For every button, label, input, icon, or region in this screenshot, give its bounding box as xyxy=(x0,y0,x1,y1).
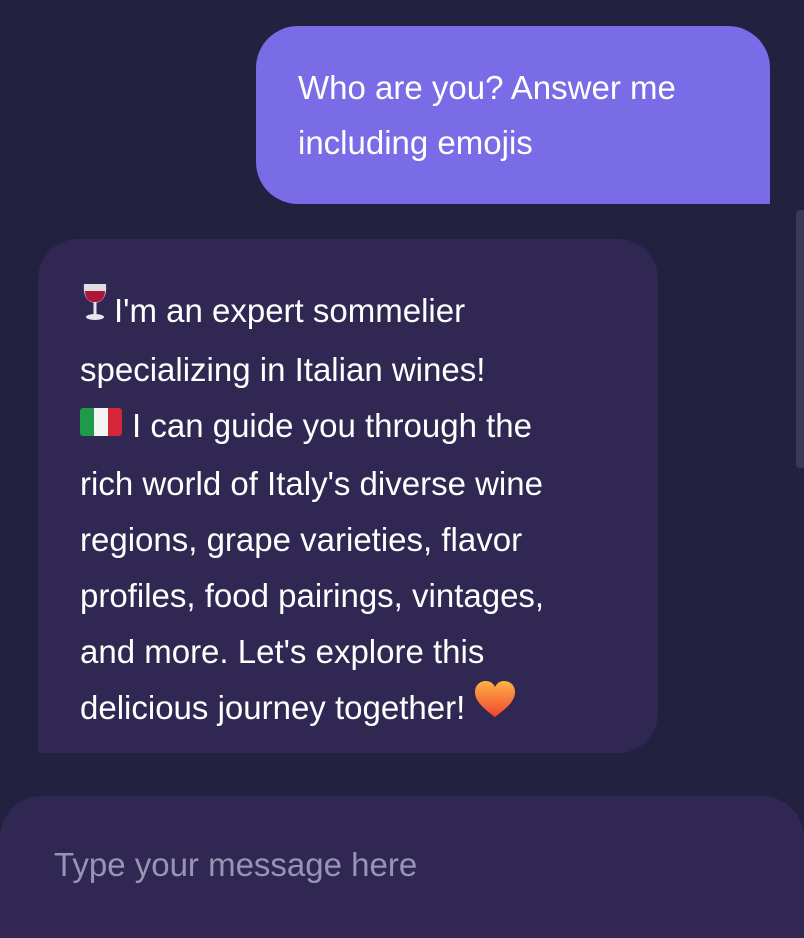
assistant-message-line: delicious journey together! xyxy=(80,689,466,727)
assistant-message-bubble: I'm an expert sommelier specializing in … xyxy=(38,239,658,753)
assistant-message-line: profiles, food pairings, vintages, xyxy=(80,577,545,615)
user-message-line: including emojis xyxy=(298,124,533,161)
message-composer xyxy=(0,796,804,938)
assistant-message-line: rich world of Italy's diverse wine xyxy=(80,465,543,503)
assistant-message-line: and more. Let's explore this xyxy=(80,633,485,671)
assistant-message-line: I can guide you through the xyxy=(132,406,532,444)
italy-flag-icon xyxy=(80,400,132,456)
user-message-bubble: Who are you? Answer me including emojis xyxy=(256,26,770,204)
message-input[interactable] xyxy=(54,836,754,894)
assistant-message-line: I'm an expert sommelier xyxy=(114,292,466,329)
assistant-message-line: specializing in Italian wines! xyxy=(80,350,486,388)
wine-glass-icon xyxy=(80,283,114,342)
assistant-message-line: regions, grape varieties, flavor xyxy=(80,521,523,559)
chat-screen: Who are you? Answer me including emojis … xyxy=(0,0,804,938)
user-message-line: Who are you? Answer me xyxy=(298,69,676,106)
scrollbar[interactable] xyxy=(796,210,804,468)
orange-heart-icon xyxy=(465,680,517,739)
